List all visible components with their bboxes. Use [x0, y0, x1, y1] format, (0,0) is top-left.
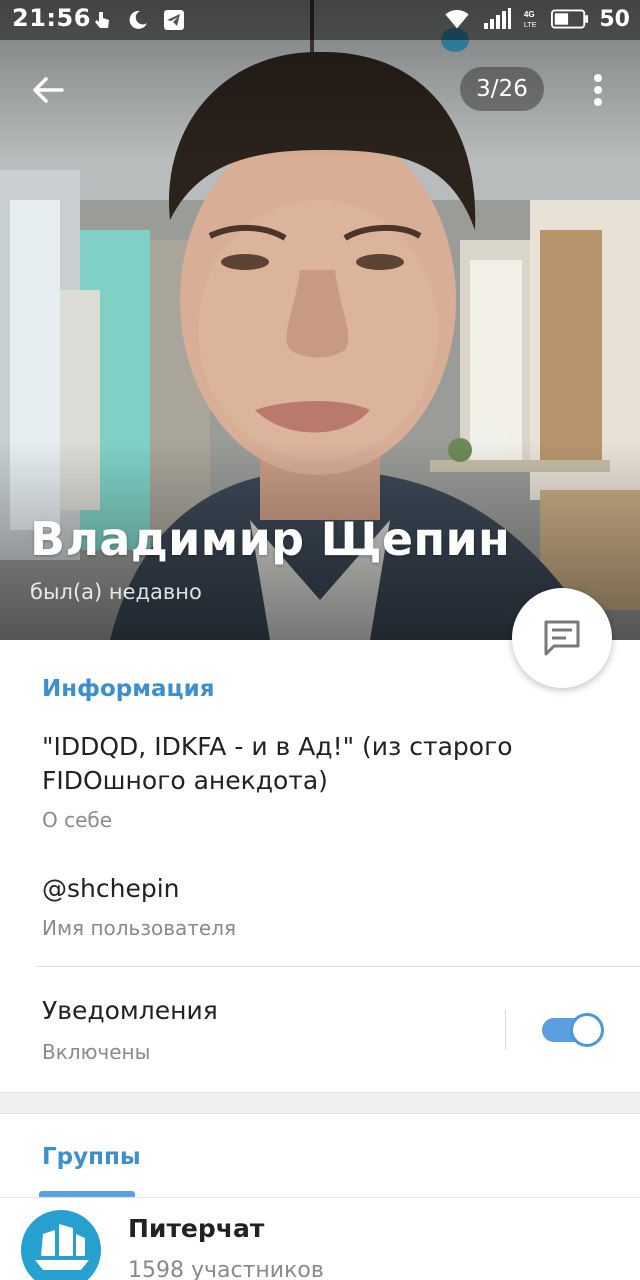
hand-touch-icon [95, 12, 109, 28]
notification-icons [90, 8, 186, 32]
status-bar: 21:56 4G LTE 50 [0, 0, 640, 40]
svg-text:4G: 4G [524, 10, 535, 19]
message-button[interactable] [512, 588, 612, 688]
svg-text:LTE: LTE [524, 20, 537, 29]
toggle-knob [570, 1013, 604, 1047]
last-seen-status: был(а) недавно [30, 580, 202, 604]
battery-level: 50 [599, 6, 630, 32]
username-label: Имя пользователя [42, 916, 237, 940]
battery-icon [551, 9, 589, 29]
group-members-count: 1598 участников [128, 1258, 324, 1280]
lte-icon: 4G LTE [524, 10, 537, 29]
group-avatar[interactable] [21, 1210, 101, 1280]
groups-tab[interactable]: Группы [42, 1144, 141, 1170]
profile-name: Владимир Щепин [30, 512, 511, 566]
vertical-separator [505, 1010, 506, 1050]
photo-counter: 3/26 [460, 67, 544, 111]
group-name[interactable]: Питерчат [128, 1214, 264, 1243]
bio-label: О себе [42, 808, 113, 832]
back-arrow-icon [33, 77, 64, 103]
back-button[interactable] [24, 66, 72, 114]
tab-underline [0, 1197, 640, 1198]
signal-icon [484, 8, 512, 29]
ship-icon [35, 1224, 89, 1270]
telegram-icon [164, 10, 184, 30]
more-vertical-icon [594, 74, 602, 106]
notifications-status: Включены [42, 1040, 151, 1064]
divider [36, 966, 640, 967]
bio-text[interactable]: "IDDQD, IDKFA - и в Ад!" (из старого FID… [42, 730, 602, 798]
status-time: 21:56 [12, 4, 91, 32]
notifications-toggle[interactable] [542, 1012, 604, 1048]
notifications-title[interactable]: Уведомления [42, 994, 602, 1028]
section-gap [0, 1092, 640, 1114]
more-options-button[interactable] [578, 66, 618, 114]
wifi-icon [445, 9, 470, 29]
username-text[interactable]: @shchepin [42, 872, 602, 906]
chat-icon [544, 620, 580, 656]
system-icons: 4G LTE 50 [443, 5, 630, 33]
info-section-title: Информация [42, 676, 215, 702]
moon-icon [129, 10, 147, 29]
